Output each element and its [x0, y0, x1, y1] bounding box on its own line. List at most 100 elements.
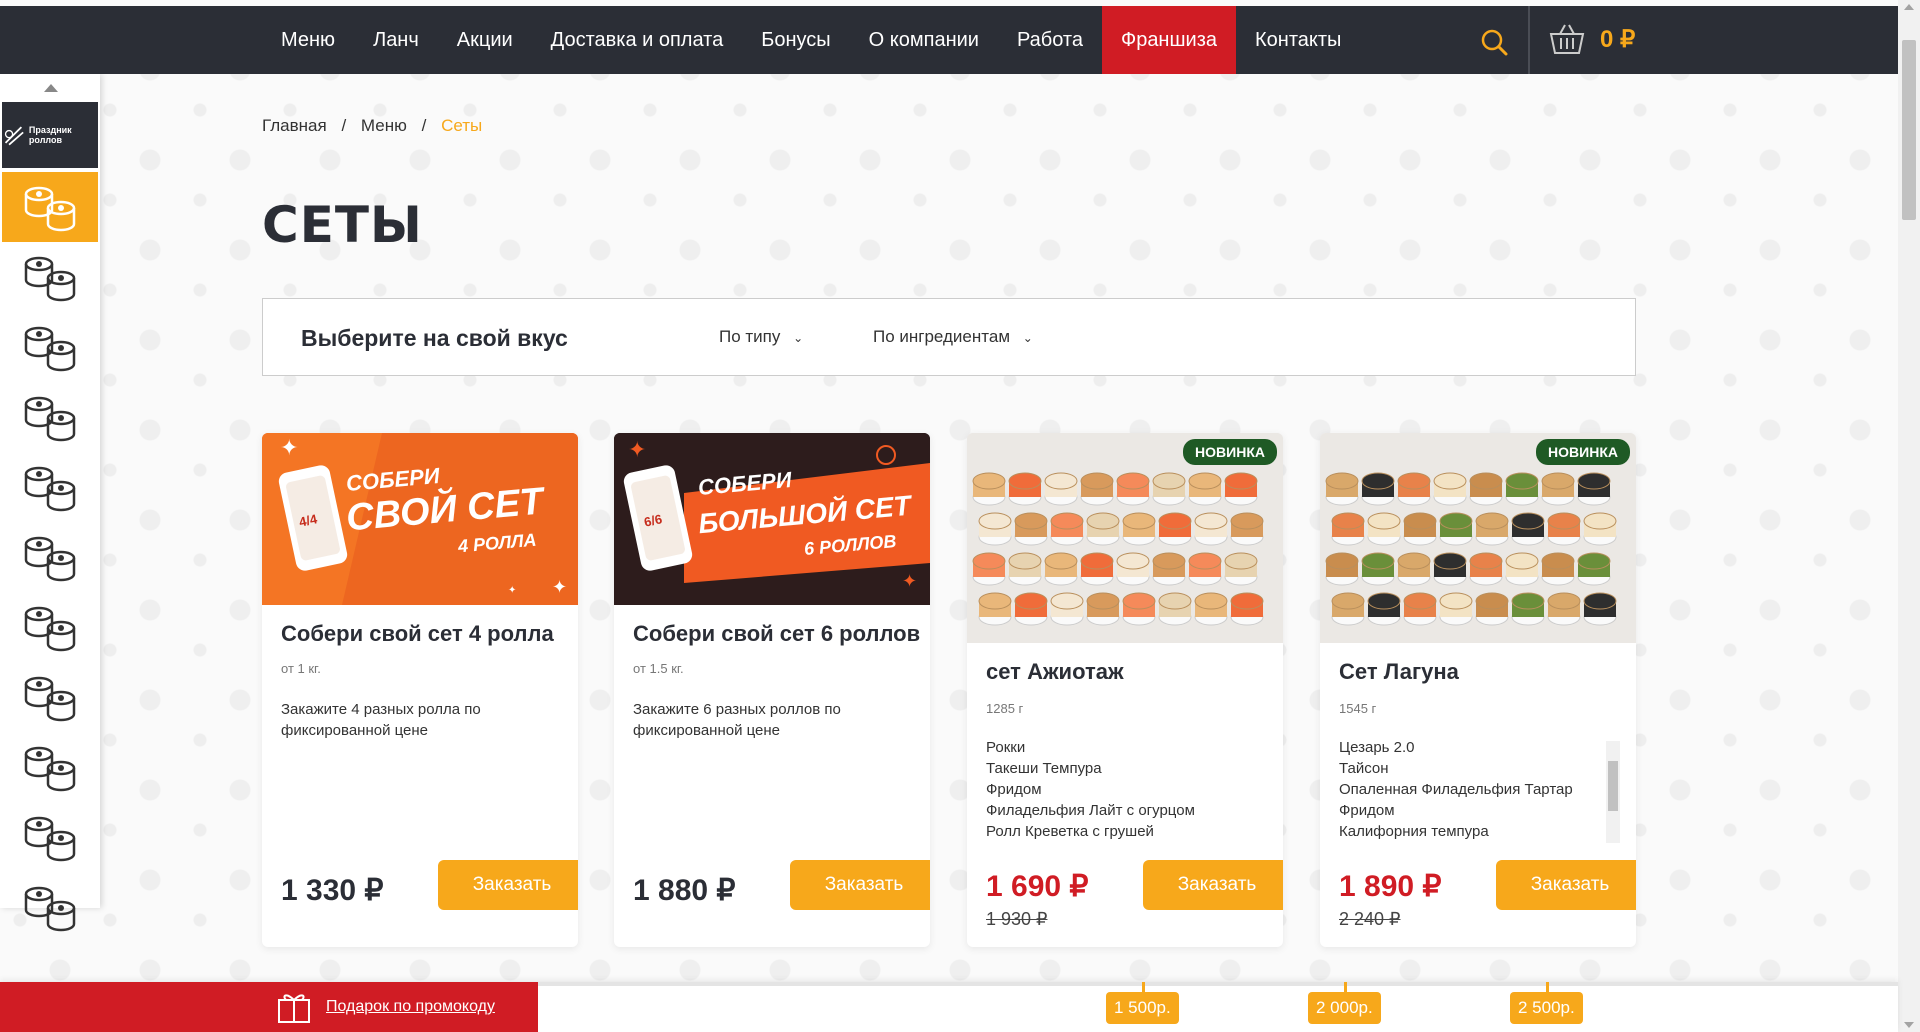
product-old-price: 2 240 ₽ [1339, 909, 1401, 929]
chopsticks-icon [4, 126, 24, 146]
order-button[interactable]: Заказать [1143, 860, 1283, 910]
filter-by-type-dropdown[interactable]: По типу ⌄ [719, 327, 803, 347]
nav-item-bonuses[interactable]: Бонусы [742, 6, 849, 74]
scroll-up-arrow[interactable] [1904, 4, 1914, 10]
product-weight: 1545 г [1339, 701, 1377, 716]
breadcrumb-home[interactable]: Главная [262, 116, 327, 135]
svg-text:✦: ✦ [508, 585, 516, 596]
product-weight: от 1.5 кг. [633, 661, 684, 676]
sets-icon[interactable] [2, 172, 98, 242]
baked-icon[interactable] [2, 452, 98, 522]
nav-item-promotions[interactable]: Акции [438, 6, 532, 74]
filter-by-ingredients-label: По ингредиентам [873, 327, 1011, 346]
ingredient-item: Филадельфия Лайт с огурцом [986, 802, 1195, 819]
svg-text:✦: ✦ [280, 436, 298, 461]
sidebar-item-holiday[interactable]: Праздник роллов [2, 102, 98, 168]
scroll-down-arrow[interactable] [1904, 1022, 1914, 1028]
mix-rolls-icon[interactable] [2, 522, 98, 592]
sushi-icon[interactable] [2, 802, 98, 872]
product-name[interactable]: Сет Лагуна [1339, 659, 1459, 685]
nav-item-lunch[interactable]: Ланч [354, 6, 438, 74]
scroll-thumb[interactable] [1902, 40, 1916, 220]
product-card[interactable]: ✦ ✦ 6/6 СОБЕРИ БОЛЬШОЙ СЕТ 6 РОЛЛОВ Собе… [614, 433, 930, 947]
bowl-icon[interactable] [2, 592, 98, 662]
gunkan-icon[interactable] [2, 382, 98, 452]
gift-box-icon [278, 994, 310, 1023]
rolls-icon[interactable] [2, 242, 98, 312]
gift-promocode-label: Подарок по промокоду [326, 998, 495, 1015]
bottom-promo-bar: Подарок по промокоду 1 500р. 2 000р. 2 5… [0, 982, 1898, 1032]
svg-text:✦: ✦ [628, 438, 646, 463]
product-price: 1 690 ₽ [986, 870, 1089, 903]
search-icon[interactable] [1480, 28, 1508, 56]
ingredient-item: Калифорния темпура [1339, 823, 1489, 840]
bonus-step: 2 000р. [1308, 992, 1381, 1024]
gift-promocode-button[interactable]: Подарок по промокоду [0, 982, 538, 1032]
cart-button[interactable]: 0 ₽ [1548, 22, 1635, 56]
top-navigation: Меню Ланч Акции Доставка и оплата Бонусы… [0, 6, 1898, 74]
product-ingredients: Цезарь 2.0 Тайсон Опаленная Филадельфия … [1339, 737, 1609, 842]
tempura-icon[interactable] [2, 732, 98, 802]
product-description: Закажите 4 разных ролла по фиксированной… [281, 701, 481, 739]
product-name[interactable]: Собери свой сет 6 роллов [633, 621, 920, 647]
product-old-price: 1 930 ₽ [986, 909, 1048, 929]
product-banner: ✦ ✦ 6/6 СОБЕРИ БОЛЬШОЙ СЕТ 6 РОЛЛОВ [614, 433, 930, 605]
order-button[interactable]: Заказать [438, 860, 578, 910]
breadcrumb-separator: / [341, 116, 347, 135]
product-weight: 1285 г [986, 701, 1024, 716]
sidebar-scroll-up-icon[interactable] [44, 84, 58, 92]
nav-item-franchise[interactable]: Франшиза [1101, 6, 1236, 74]
ingredient-item: Ролл Креветка с грушей [986, 823, 1154, 840]
mini-rolls-icon[interactable] [2, 662, 98, 732]
nav-links: Меню Ланч Акции Доставка и оплата Бонусы… [262, 6, 1360, 74]
ingredients-scrollbar[interactable] [1606, 741, 1620, 843]
filter-panel: Выберите на свой вкус По типу ⌄ По ингре… [262, 298, 1636, 376]
product-banner: ✦ ✦ ✦ 4/4 СОБЕРИ СВОЙ СЕТ 4 РОЛЛА [262, 433, 578, 605]
breadcrumb-current: Сеты [441, 116, 483, 135]
order-button[interactable]: Заказать [790, 860, 930, 910]
product-weight: от 1 кг. [281, 661, 321, 676]
sidebar-promo-label: Праздник роллов [28, 125, 72, 145]
chevron-down-icon: ⌄ [793, 331, 804, 345]
breadcrumb-separator: / [421, 116, 427, 135]
product-card[interactable]: НОВИНКА сет Ажиотаж 1285 г Рокки Такеши … [967, 433, 1283, 947]
breadcrumb-menu[interactable]: Меню [361, 116, 407, 135]
product-price: 1 890 ₽ [1339, 870, 1442, 903]
filter-by-ingredients-dropdown[interactable]: По ингредиентам ⌄ [873, 327, 1033, 347]
nav-item-jobs[interactable]: Работа [998, 6, 1102, 74]
nav-item-menu[interactable]: Меню [262, 6, 354, 74]
nav-item-delivery[interactable]: Доставка и оплата [532, 6, 743, 74]
nav-item-contacts[interactable]: Контакты [1236, 6, 1360, 74]
svg-text:✦: ✦ [552, 577, 567, 598]
order-button[interactable]: Заказать [1496, 860, 1636, 910]
bonus-step: 1 500р. [1106, 992, 1179, 1024]
bonus-progress-track [538, 982, 1898, 986]
product-name[interactable]: сет Ажиотаж [986, 659, 1124, 685]
svg-text:✦: ✦ [902, 571, 917, 592]
filter-label: Выберите на свой вкус [301, 325, 568, 351]
basket-icon [1549, 24, 1585, 54]
new-badge: НОВИНКА [1536, 439, 1630, 465]
page-scrollbar[interactable] [1898, 0, 1920, 1032]
category-sidebar: Праздник роллов [0, 74, 100, 932]
filter-by-type-label: По типу [719, 327, 781, 346]
ingredient-item: Фридом [986, 781, 1042, 798]
hot-rolls-icon[interactable] [2, 312, 98, 382]
ingredient-item: Фридом [1339, 802, 1395, 819]
product-card[interactable]: ✦ ✦ ✦ 4/4 СОБЕРИ СВОЙ СЕТ 4 РОЛЛА Собери… [262, 433, 578, 947]
ingredient-item: Такеши Темпура [986, 760, 1102, 777]
nav-divider [1528, 6, 1530, 74]
product-name[interactable]: Собери свой сет 4 ролла [281, 621, 554, 647]
nav-item-about[interactable]: О компании [850, 6, 998, 74]
breadcrumb: Главная / Меню / Сеты [262, 116, 482, 136]
product-price: 1 330 ₽ [281, 874, 384, 907]
product-description: Закажите 6 разных роллов по фиксированно… [633, 701, 841, 739]
ingredients-scroll-thumb[interactable] [1608, 761, 1618, 811]
ingredient-item: Тайсон [1339, 760, 1389, 777]
salad-icon[interactable] [2, 872, 98, 942]
product-card[interactable]: НОВИНКА Сет Лагуна 1545 г Цезарь 2.0 Тай… [1320, 433, 1636, 947]
bonus-step: 2 500р. [1510, 992, 1583, 1024]
product-price: 1 880 ₽ [633, 874, 736, 907]
page-title: СЕТЫ [262, 196, 423, 254]
ingredient-item: Опаленная Филадельфия Тартар [1339, 781, 1573, 798]
